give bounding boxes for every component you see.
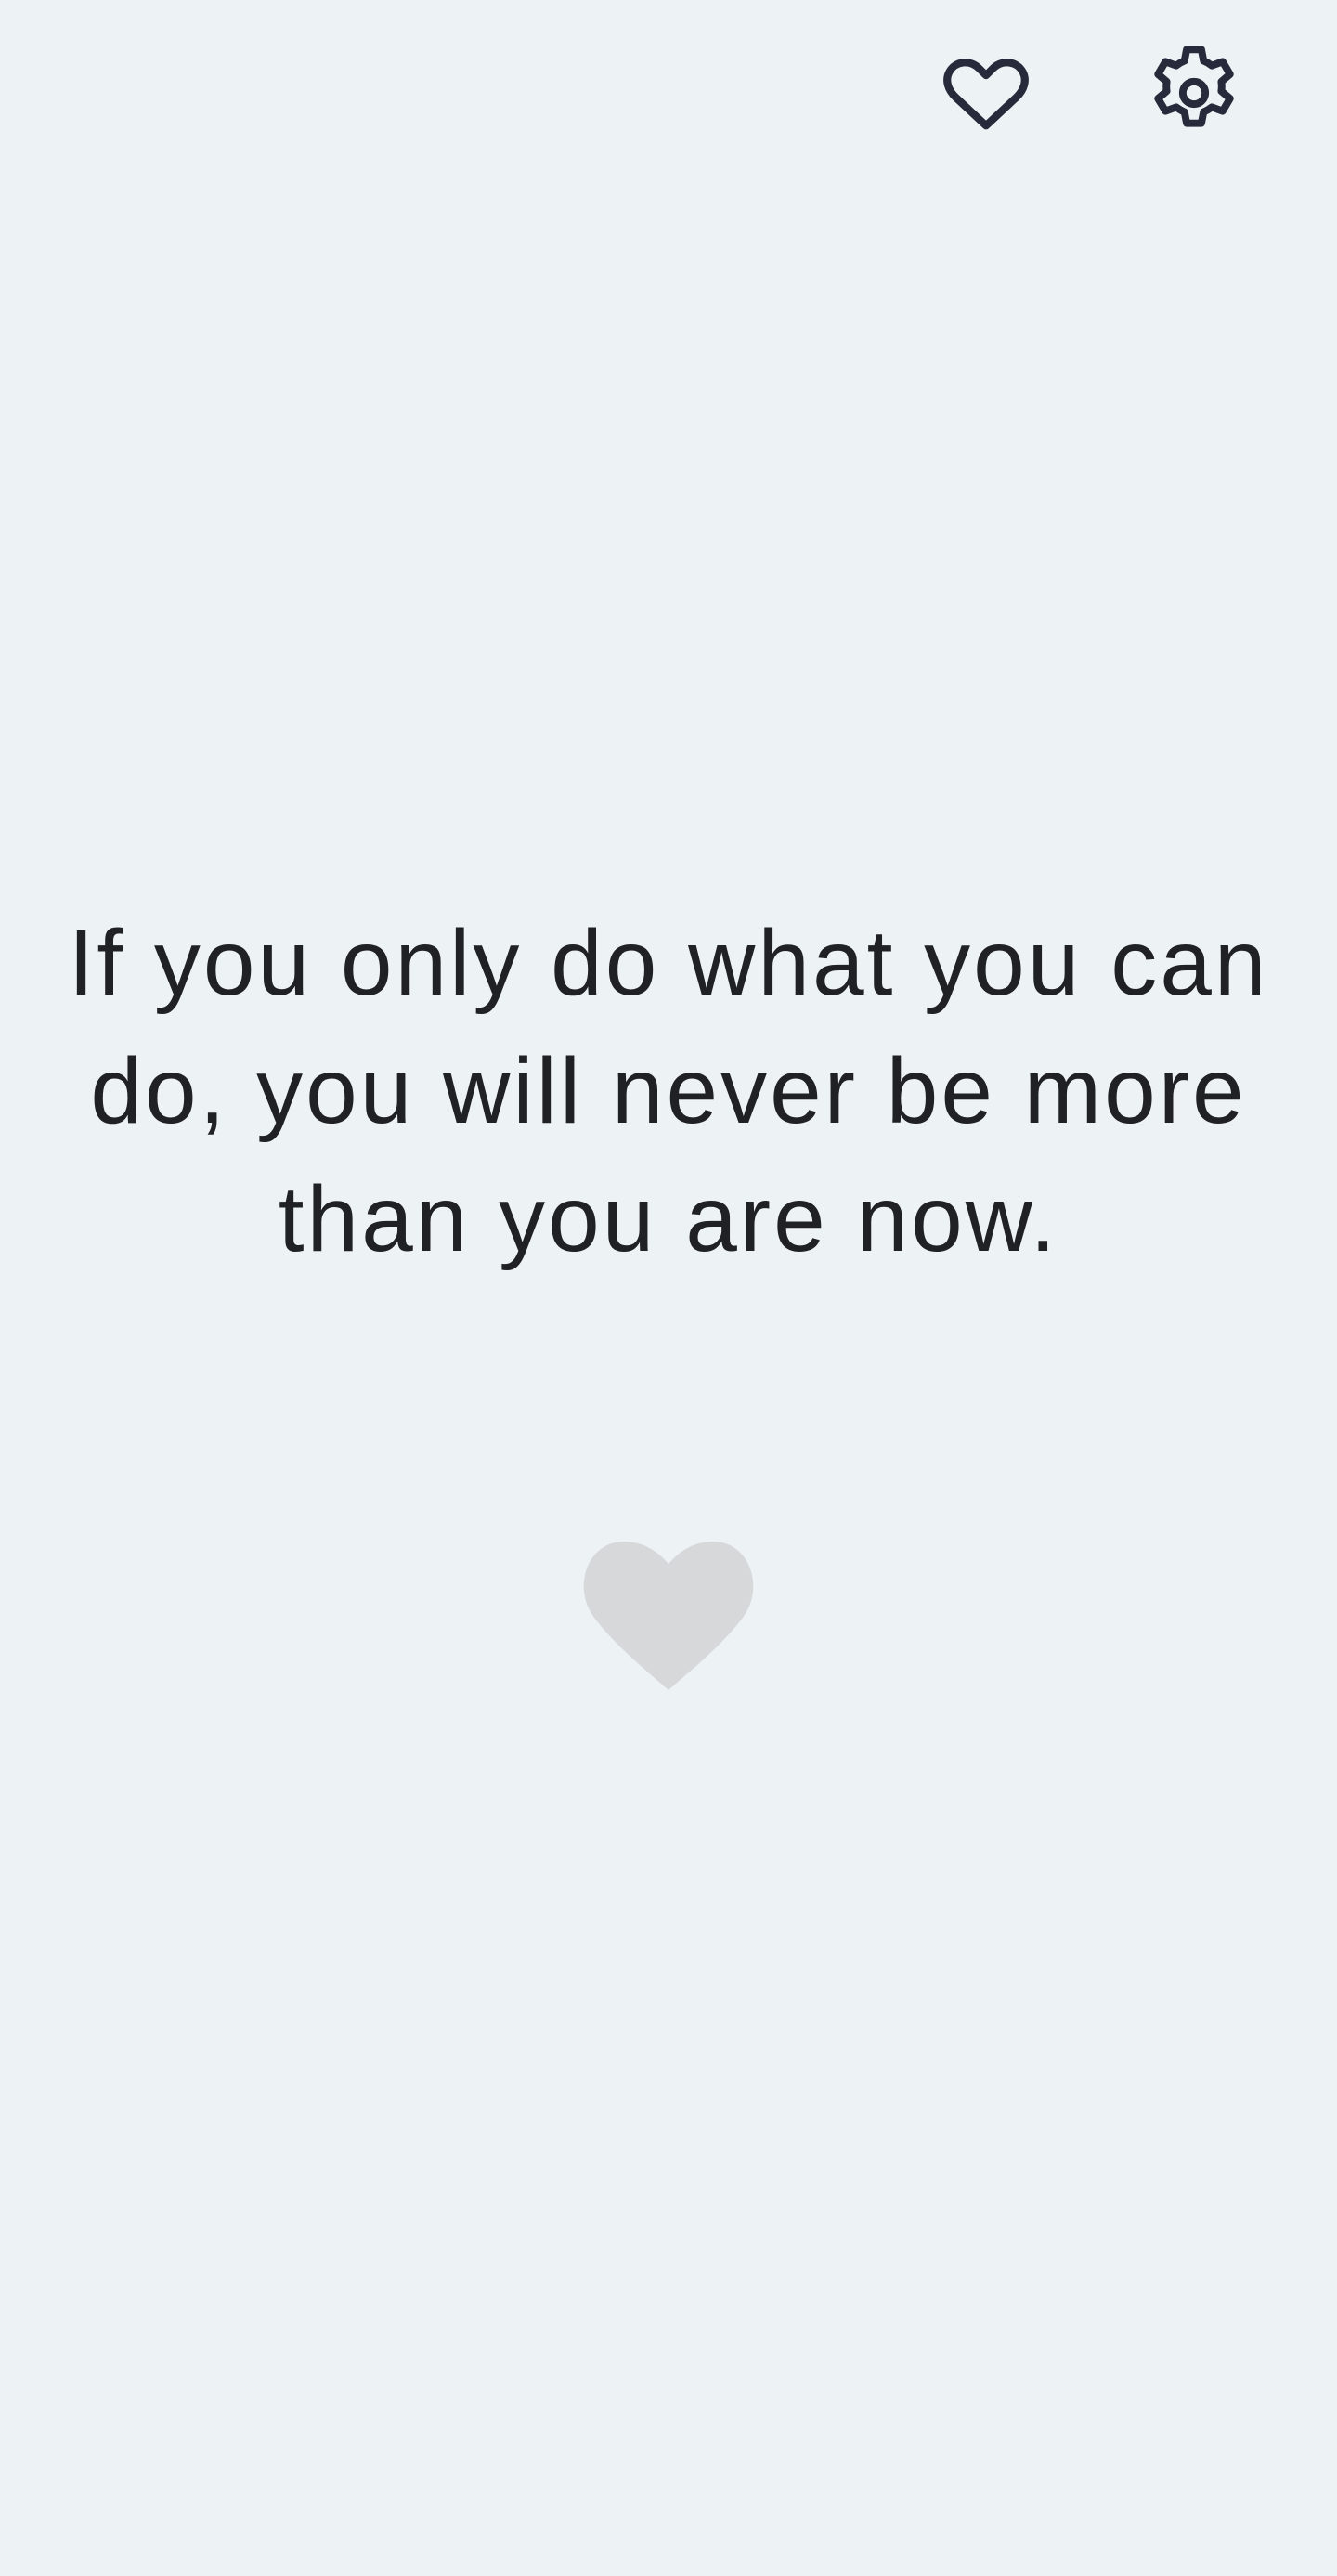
heart-outline-icon bbox=[943, 59, 1029, 130]
heart-filled-icon bbox=[583, 1542, 754, 1690]
top-bar bbox=[0, 0, 1337, 176]
gear-icon bbox=[1154, 46, 1234, 127]
settings-button[interactable] bbox=[1142, 41, 1246, 145]
quote-area: If you only do what you can do, you will… bbox=[65, 899, 1272, 1289]
quote-text: If you only do what you can do, you will… bbox=[68, 911, 1269, 1271]
favorites-button[interactable] bbox=[934, 43, 1038, 139]
like-button[interactable] bbox=[576, 1514, 761, 1699]
